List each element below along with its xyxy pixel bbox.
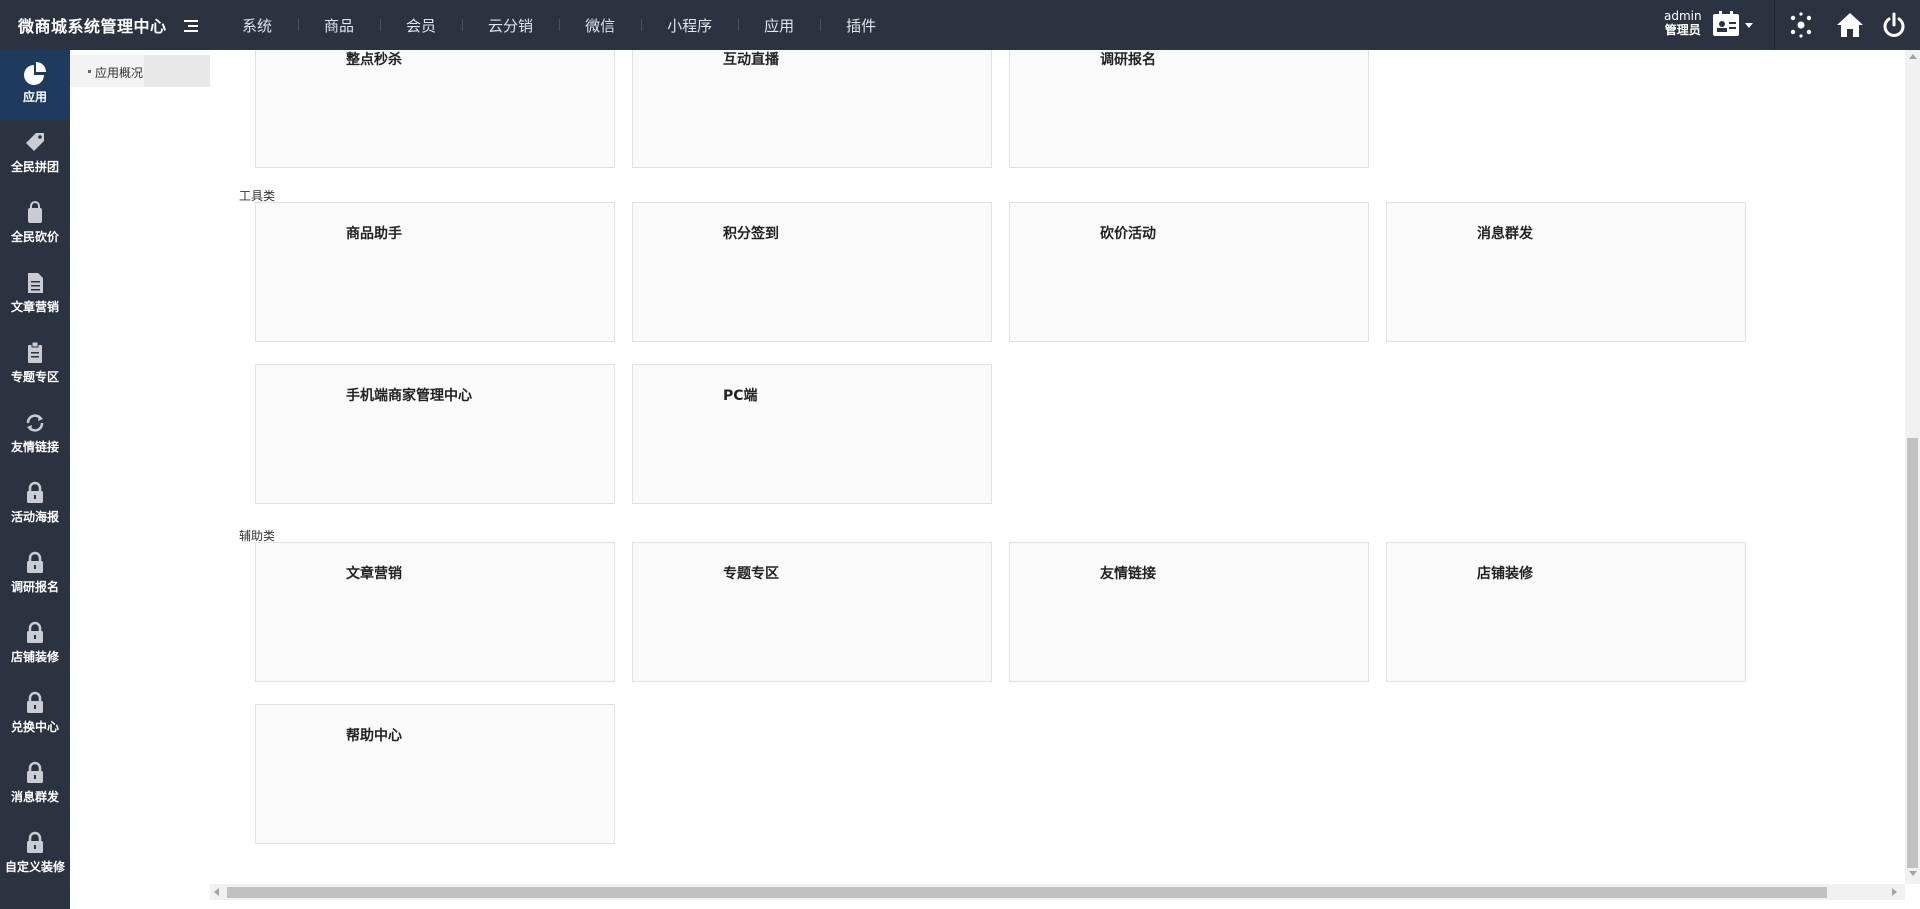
- lock-icon: [27, 621, 43, 643]
- nav-item-apps[interactable]: 应用: [738, 15, 820, 36]
- app-card[interactable]: 调研报名: [1009, 50, 1369, 168]
- sub-sidebar: 应用概况: [70, 50, 213, 909]
- app-card[interactable]: 文章营销: [255, 542, 615, 682]
- sidebar-item-bargain[interactable]: 全民砍价: [0, 190, 70, 260]
- app-card-title: 专题专区: [723, 566, 779, 582]
- sidebar-item-label: 友情链接: [10, 440, 59, 454]
- sidebar-item-label: 店铺装修: [10, 650, 59, 664]
- power-icon[interactable]: [1882, 10, 1906, 40]
- app-card-title: 友情链接: [1100, 566, 1156, 582]
- nav-item-goods[interactable]: 商品: [298, 15, 380, 36]
- nav-item-system[interactable]: 系统: [216, 15, 298, 36]
- lock-icon: [27, 481, 43, 503]
- bullet-icon: [88, 70, 91, 73]
- lock-icon: [27, 551, 43, 573]
- app-card-title: 调研报名: [1100, 52, 1156, 68]
- nav-item-member[interactable]: 会员: [380, 15, 462, 36]
- vertical-scrollbar[interactable]: [1905, 50, 1920, 884]
- app-card-title: 店铺装修: [1477, 566, 1533, 582]
- clipboard-icon: [28, 341, 42, 363]
- nav-item-plugins[interactable]: 插件: [820, 15, 902, 36]
- sidebar-item-label: 应用: [22, 90, 47, 104]
- scroll-right-icon[interactable]: [1892, 888, 1897, 896]
- sidebar-item-label: 兑换中心: [10, 720, 59, 734]
- scroll-up-icon[interactable]: [1909, 54, 1917, 59]
- app-card-title: 砍价活动: [1100, 226, 1156, 242]
- sidebar-item-label: 全民砍价: [10, 230, 59, 244]
- sidebar-item-label: 自定义装修: [4, 860, 65, 874]
- sidebar-item-topic[interactable]: 专题专区: [0, 330, 70, 400]
- lock-icon: [27, 761, 43, 783]
- lock-icon: [27, 691, 43, 713]
- app-card-title: 消息群发: [1477, 226, 1533, 242]
- app-card-title: 整点秒杀: [346, 52, 402, 68]
- user-info[interactable]: admin 管理员: [1664, 9, 1702, 37]
- top-nav: 系统 商品 会员 云分销 微信 小程序 应用 插件: [216, 0, 902, 50]
- pie-chart-icon: [24, 62, 46, 85]
- lock-icon: [27, 831, 43, 853]
- scroll-down-icon[interactable]: [1909, 871, 1917, 876]
- app-card[interactable]: 砍价活动: [1009, 202, 1369, 342]
- sidebar-item-broadcast[interactable]: 消息群发: [0, 750, 70, 820]
- sidebar-item-survey[interactable]: 调研报名: [0, 540, 70, 610]
- app-card[interactable]: 店铺装修: [1386, 542, 1746, 682]
- top-bar: 微商城系统管理中心 系统 商品 会员 云分销 微信 小程序 应用 插件 admi…: [0, 0, 1920, 50]
- dots-cluster-icon[interactable]: [1787, 10, 1815, 40]
- app-card-title: PC端: [723, 388, 758, 404]
- horizontal-scroll-thumb[interactable]: [227, 887, 1827, 898]
- sidebar-item-label: 活动海报: [10, 510, 59, 524]
- sidebar-item-custom-decorate[interactable]: 自定义装修: [0, 820, 70, 890]
- sidebar-item-label: 全民拼团: [10, 160, 59, 174]
- app-card[interactable]: PC端: [632, 364, 992, 504]
- brand-title: 微商城系统管理中心: [18, 17, 167, 36]
- app-card[interactable]: 帮助中心: [255, 704, 615, 844]
- app-card[interactable]: 互动直播: [632, 50, 992, 168]
- sidebar-item-apps[interactable]: 应用: [0, 50, 70, 120]
- tag-icon: [26, 133, 44, 151]
- app-card[interactable]: 手机端商家管理中心: [255, 364, 615, 504]
- user-name: admin: [1664, 9, 1702, 23]
- app-card-title: 商品助手: [346, 226, 402, 242]
- app-card-title: 积分签到: [723, 226, 779, 242]
- sidebar-item-label: 文章营销: [10, 300, 59, 314]
- app-card-title: 帮助中心: [346, 728, 402, 744]
- document-icon: [28, 273, 43, 293]
- sidebar-item-article[interactable]: 文章营销: [0, 260, 70, 330]
- nav-item-distribution[interactable]: 云分销: [462, 15, 559, 36]
- refresh-link-icon: [26, 414, 44, 432]
- main-content: 整点秒杀 互动直播 调研报名 工具类 商品助手 积分签到 砍价活动 消息群发 手…: [210, 50, 1905, 884]
- nav-item-wechat[interactable]: 微信: [559, 15, 641, 36]
- header-divider: [1774, 0, 1775, 50]
- app-card[interactable]: 友情链接: [1009, 542, 1369, 682]
- subsidebar-item-label: 应用概况: [95, 66, 144, 80]
- user-role: 管理员: [1664, 23, 1701, 37]
- nav-item-miniprogram[interactable]: 小程序: [641, 15, 738, 36]
- app-card-title: 文章营销: [346, 566, 402, 582]
- sidebar-item-label: 消息群发: [10, 790, 59, 804]
- sidebar-item-poster[interactable]: 活动海报: [0, 470, 70, 540]
- shopping-bag-icon: [28, 201, 42, 223]
- sidebar-item-decorate[interactable]: 店铺装修: [0, 610, 70, 680]
- main-sidebar: 应用 全民拼团 全民砍价 文章营销 专题专区 友情链接 活动海报 调研报名 店铺…: [0, 50, 70, 909]
- horizontal-scrollbar[interactable]: [210, 884, 1905, 900]
- sidebar-item-label: 专题专区: [10, 370, 59, 384]
- sidebar-item-exchange[interactable]: 兑换中心: [0, 680, 70, 750]
- app-card[interactable]: 整点秒杀: [255, 50, 615, 168]
- sidebar-item-links[interactable]: 友情链接: [0, 400, 70, 470]
- app-card[interactable]: 专题专区: [632, 542, 992, 682]
- vertical-scroll-thumb[interactable]: [1907, 438, 1918, 868]
- app-card[interactable]: 消息群发: [1386, 202, 1746, 342]
- subsidebar-item-overview[interactable]: 应用概况: [70, 55, 213, 87]
- user-card-icon[interactable]: [1710, 10, 1754, 40]
- scroll-left-icon[interactable]: [214, 888, 219, 896]
- app-card[interactable]: 积分签到: [632, 202, 992, 342]
- home-icon[interactable]: [1836, 10, 1864, 40]
- menu-toggle-icon[interactable]: [184, 20, 198, 32]
- app-card-title: 手机端商家管理中心: [346, 388, 472, 404]
- app-card[interactable]: 商品助手: [255, 202, 615, 342]
- sidebar-item-label: 调研报名: [10, 580, 59, 594]
- sidebar-item-group-buy[interactable]: 全民拼团: [0, 120, 70, 190]
- app-card-title: 互动直播: [723, 52, 779, 68]
